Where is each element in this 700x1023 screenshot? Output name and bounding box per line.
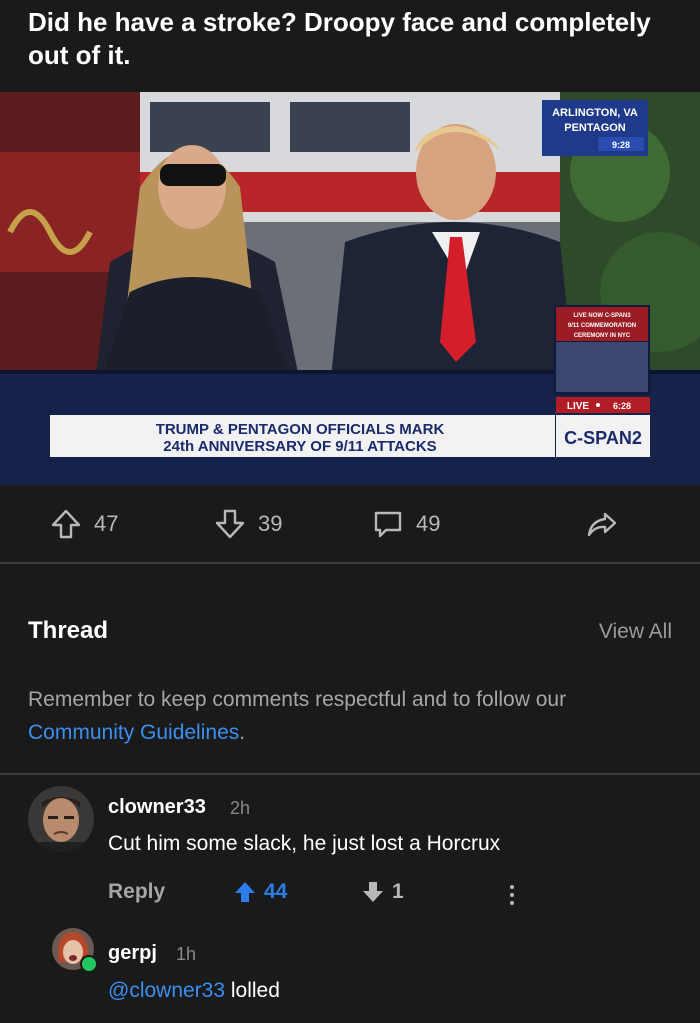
chyron-line-2: 24th ANNIVERSARY OF 9/11 ATTACKS bbox=[163, 438, 436, 455]
upvote-button[interactable]: 47 bbox=[50, 500, 118, 548]
reply-button[interactable]: Reply bbox=[108, 880, 165, 904]
notice-text: Remember to keep comments respectful and… bbox=[28, 688, 567, 711]
inset-line-2: 9/11 COMMEMORATION bbox=[568, 323, 636, 329]
thread-divider bbox=[0, 773, 700, 775]
comment-bubble-icon bbox=[374, 511, 402, 538]
comment-upvote-count: 44 bbox=[264, 880, 288, 903]
location-line-2: PENTAGON bbox=[564, 122, 626, 134]
community-notice: Remember to keep comments respectful and… bbox=[28, 683, 678, 749]
more-dot bbox=[510, 901, 514, 905]
thread-heading: Thread bbox=[28, 617, 109, 644]
comments-button[interactable]: 49 bbox=[372, 500, 440, 548]
comment-downvote-button[interactable]: 1 bbox=[362, 880, 404, 904]
notice-end: . bbox=[239, 721, 246, 744]
section-divider bbox=[0, 562, 700, 564]
reply-text: @clowner33 lolled bbox=[108, 979, 280, 1003]
news-broadcast-still: ARLINGTON, VA PENTAGON 9:28 LIVE NOW C-S… bbox=[0, 92, 700, 485]
share-button[interactable] bbox=[586, 500, 618, 548]
mention-link[interactable]: @clowner33 bbox=[108, 979, 225, 1002]
comment-upvote-button[interactable]: 44 bbox=[234, 880, 287, 904]
inset-line-1: LIVE NOW C-SPAN3 bbox=[573, 313, 631, 319]
inset-line-3: CEREMONY IN NYC bbox=[574, 333, 631, 339]
online-status-badge bbox=[80, 955, 98, 973]
upvote-filled-icon bbox=[235, 882, 255, 902]
avatar[interactable] bbox=[28, 786, 94, 852]
post-title: Did he have a stroke? Droopy face and co… bbox=[28, 7, 651, 70]
post-image[interactable]: ARLINGTON, VA PENTAGON 9:28 LIVE NOW C-S… bbox=[0, 92, 700, 485]
view-all-link[interactable]: View All bbox=[599, 620, 672, 644]
location-line-1: ARLINGTON, VA bbox=[552, 107, 638, 119]
downvote-count: 39 bbox=[258, 511, 283, 536]
comment-text: Cut him some slack, he just lost a Horcr… bbox=[108, 832, 501, 855]
comment-timestamp: 2h bbox=[230, 798, 251, 818]
downvote-filled-icon bbox=[363, 882, 383, 902]
more-options-button[interactable] bbox=[502, 880, 522, 910]
more-dot bbox=[510, 893, 514, 897]
reply-username[interactable]: gerpj bbox=[108, 942, 157, 965]
upvote-count: 47 bbox=[94, 511, 119, 536]
post-action-bar: 47 39 49 bbox=[0, 500, 700, 548]
live-label: LIVE bbox=[567, 401, 590, 412]
network-logo: C-SPAN2 bbox=[564, 428, 642, 448]
comment-downvote-count: 1 bbox=[392, 880, 404, 903]
community-guidelines-link[interactable]: Community Guidelines bbox=[28, 721, 239, 744]
live-time: 6:28 bbox=[613, 401, 631, 411]
share-arrow-icon bbox=[587, 512, 617, 537]
clock-readout: 9:28 bbox=[612, 140, 630, 150]
reply-body: lolled bbox=[225, 979, 280, 1002]
downvote-button[interactable]: 39 bbox=[214, 500, 282, 548]
comment-count: 49 bbox=[416, 511, 441, 536]
chyron-line-1: TRUMP & PENTAGON OFFICIALS MARK bbox=[156, 421, 445, 438]
reply-timestamp: 1h bbox=[176, 944, 197, 964]
user-avatar-icon bbox=[28, 786, 94, 852]
comment-username[interactable]: clowner33 bbox=[108, 796, 206, 819]
more-dot bbox=[510, 885, 514, 889]
downvote-arrow-icon bbox=[215, 509, 245, 539]
upvote-arrow-icon bbox=[51, 509, 81, 539]
